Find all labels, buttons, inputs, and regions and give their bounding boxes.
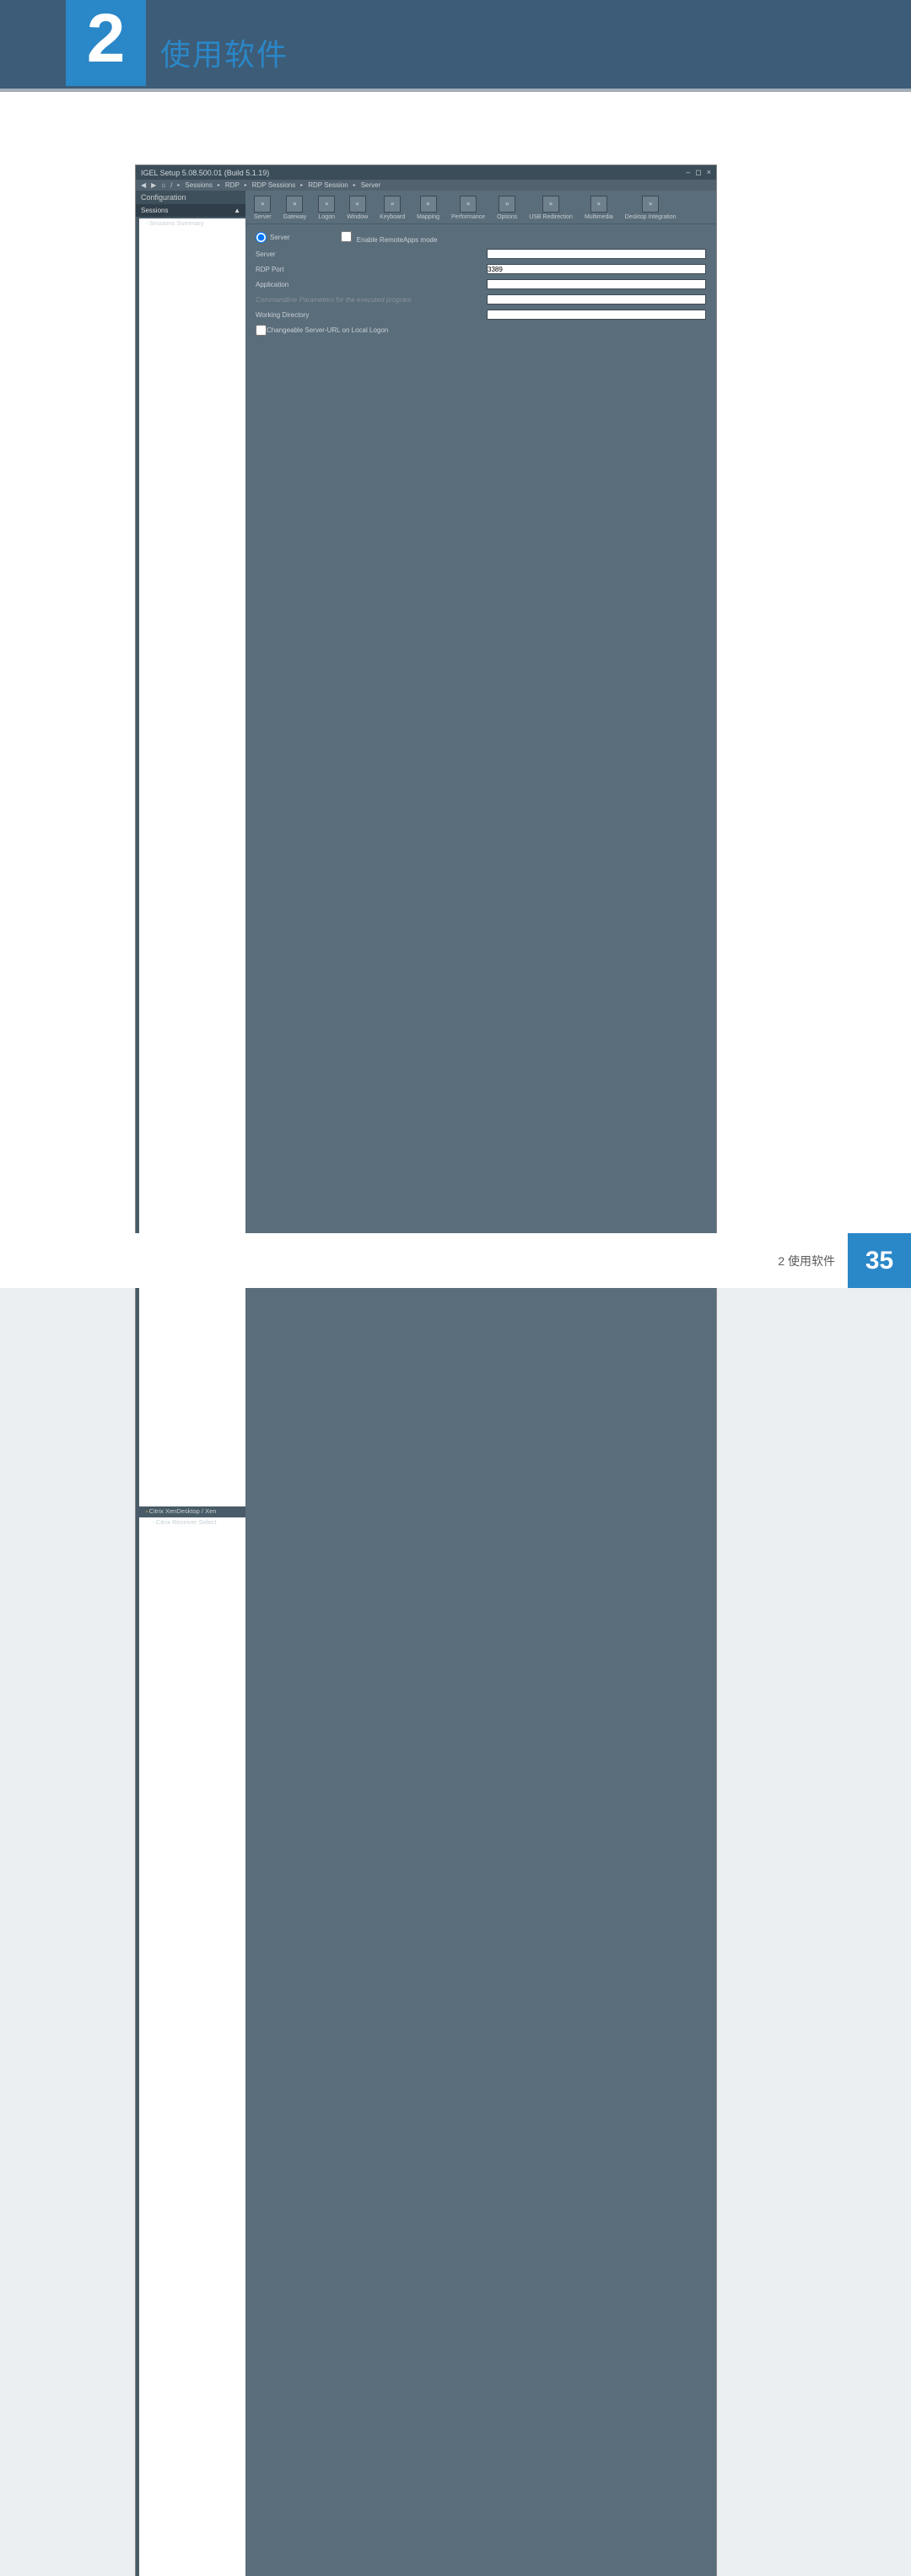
minimize-icon[interactable]: – — [686, 168, 690, 177]
tab-icon: ▫ — [349, 196, 366, 213]
tab-icon: ▫ — [254, 196, 271, 213]
nav-prev-icon[interactable]: ◀ — [141, 181, 146, 189]
tab-performance[interactable]: ▫Performance — [451, 196, 485, 220]
tab-window[interactable]: ▫Window — [347, 196, 368, 220]
window-title: IGEL Setup 5.08.500.01 (Build 5.1.19) — [141, 169, 269, 177]
input-wdir[interactable] — [487, 310, 706, 320]
tab-icon: ▫ — [499, 196, 515, 213]
chk-changeable-url[interactable] — [256, 325, 267, 336]
lbl-server: Server — [256, 251, 357, 258]
footer-text: 2 使用软件 — [778, 1253, 835, 1269]
breadcrumb: ◀ ▶ ⌂ / ▸Sessions ▸RDP ▸RDP Sessions ▸RD… — [136, 180, 716, 191]
tab-logon[interactable]: ▫Logon — [318, 196, 335, 220]
input-server[interactable] — [487, 249, 706, 259]
tab-icon: ▫ — [286, 196, 303, 213]
chapter-title: 使用软件 — [160, 30, 288, 74]
page-header: 2 使用软件 — [0, 0, 911, 89]
collapse-icon[interactable]: ▲ — [234, 207, 240, 214]
lbl-rdpport: RDP Port — [256, 266, 357, 273]
tab-usb-redirection[interactable]: ▫USB Redirection — [529, 196, 573, 220]
lbl-cmdline: Commandline Parameters for the executed … — [256, 296, 412, 304]
page-footer: 2 使用软件 35 — [0, 1233, 911, 1288]
config-tree[interactable]: Sessions SummaryCitrix XenDesktop / XenC… — [136, 217, 245, 2576]
input-cmdline[interactable] — [487, 294, 706, 304]
page-number-box: 35 — [848, 1233, 911, 1288]
tab-icon: ▫ — [420, 196, 437, 213]
tab-icon: ▫ — [384, 196, 401, 213]
tab-multimedia[interactable]: ▫Multimedia — [585, 196, 613, 220]
tab-mapping[interactable]: ▫Mapping — [417, 196, 439, 220]
window-titlebar: IGEL Setup 5.08.500.01 (Build 5.1.19) – … — [136, 165, 716, 180]
chk-remoteapps[interactable] — [341, 231, 352, 242]
tab-icon: ▫ — [318, 196, 335, 213]
nav-next-icon[interactable]: ▶ — [151, 181, 156, 189]
input-application[interactable] — [487, 279, 706, 289]
tab-icon: ▫ — [590, 196, 607, 213]
lbl-wdir: Working Directory — [256, 311, 357, 319]
sidebar-sessions-bar[interactable]: Sessions ▲ — [136, 204, 245, 217]
tab-keyboard[interactable]: ▫Keyboard — [380, 196, 405, 220]
chapter-badge: 2 — [66, 0, 146, 86]
tree-item[interactable]: Citrix XenDesktop / Xen — [139, 1506, 245, 1517]
sidebar: Configuration Sessions ▲ Sessions Summar… — [136, 191, 245, 2576]
radio-server[interactable] — [256, 232, 267, 243]
server-form: Server Enable RemoteApps mode Server RDP… — [245, 224, 716, 348]
tab-icon: ▫ — [460, 196, 477, 213]
window-controls[interactable]: – ◻ × — [686, 168, 711, 177]
tree-item[interactable]: Citrix Receiver Select — [139, 1517, 245, 2576]
tab-bar: ▫Server ▫Gateway ▫Logon ▫Window ▫Keyboard ▫Ma… — [245, 191, 716, 224]
sidebar-header: Configuration — [136, 191, 245, 204]
tab-gateway[interactable]: ▫Gateway — [283, 196, 307, 220]
input-rdpport[interactable] — [487, 264, 706, 274]
tab-icon: ▫ — [642, 196, 659, 213]
tree-item[interactable]: Sessions Summary — [139, 218, 245, 1506]
screenshot-rdp-server: IGEL Setup 5.08.500.01 (Build 5.1.19) – … — [135, 164, 717, 2576]
nav-home-icon[interactable]: ⌂ — [161, 181, 165, 189]
maximize-icon[interactable]: ◻ — [695, 168, 701, 177]
tab-options[interactable]: ▫Options — [497, 196, 517, 220]
tab-server[interactable]: ▫Server — [254, 196, 272, 220]
tab-icon: ▫ — [542, 196, 559, 213]
close-icon[interactable]: × — [707, 168, 711, 177]
tab-desktop-integration[interactable]: ▫Desktop Integration — [625, 196, 677, 220]
lbl-application: Application — [256, 281, 357, 288]
page-number: 35 — [865, 1247, 893, 1275]
chapter-number: 2 — [87, 0, 126, 78]
